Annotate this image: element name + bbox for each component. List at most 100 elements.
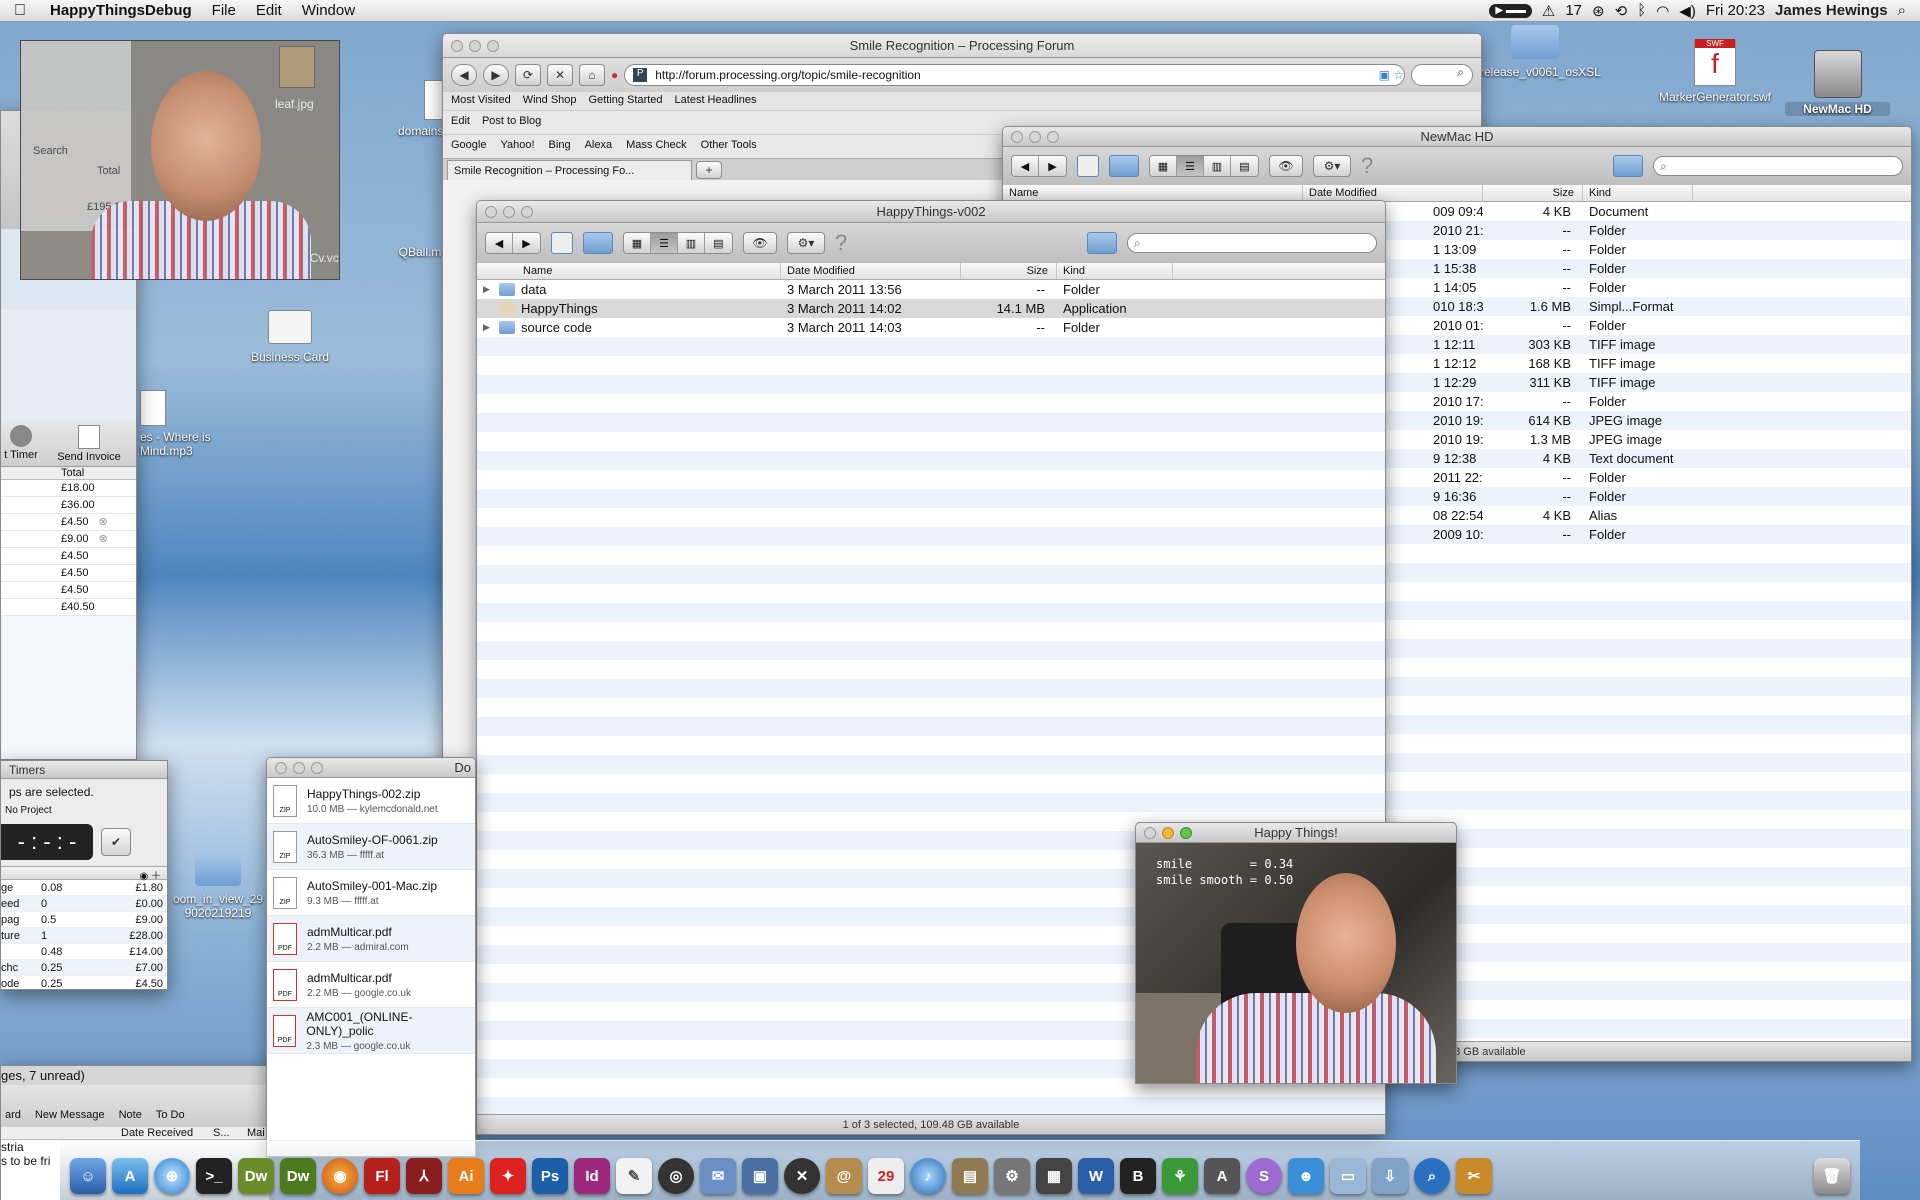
download-item[interactable]: ZIP AutoSmiley-OF-0061.zip 36.3 MB — fffff… xyxy=(267,824,475,870)
addon-icon[interactable]: ● xyxy=(611,68,618,82)
new-tab-button[interactable]: + xyxy=(696,160,722,179)
list-view-icon[interactable]: ☰ xyxy=(1177,156,1204,176)
column-view-icon[interactable]: ▥ xyxy=(1204,156,1231,176)
col-name[interactable]: Name xyxy=(1003,185,1303,201)
desktop-icon-newmac-hd[interactable]: NewMac HD xyxy=(1785,50,1890,116)
firefox-dock-icon[interactable]: ◉ xyxy=(322,1158,358,1194)
invoice-total-row[interactable]: £4.50 xyxy=(1,548,136,565)
close-button[interactable] xyxy=(275,761,287,774)
new-message-button[interactable]: New Message xyxy=(35,1109,105,1121)
volume-icon[interactable]: ◀) xyxy=(1679,2,1696,20)
back-button[interactable]: ◀ xyxy=(451,64,477,86)
col-size[interactable]: Size xyxy=(961,263,1057,279)
terminal-dock-icon[interactable]: >_ xyxy=(196,1158,232,1194)
zoom-button[interactable] xyxy=(521,205,533,218)
close-button[interactable] xyxy=(1144,826,1156,839)
clock[interactable]: Fri 20:23 xyxy=(1706,2,1765,19)
todo-button[interactable]: To Do xyxy=(156,1109,185,1121)
quicklook-button[interactable]: 👁 xyxy=(1269,155,1303,177)
close-button[interactable] xyxy=(451,39,463,52)
download-item[interactable]: ZIP HappyThings-002.zip 10.0 MB — kylemcdo… xyxy=(267,778,475,824)
instruments-dock-icon[interactable]: A xyxy=(1204,1158,1240,1194)
view-buttons[interactable]: ▦ ☰ ▥ ▤ xyxy=(1149,155,1259,177)
file-row[interactable]: HappyThings 3 March 2011 14:02 14.1 MB Appl… xyxy=(477,299,1385,318)
rss-icon[interactable]: ▣ ☆ xyxy=(1379,68,1404,82)
remove-item-icon[interactable]: ⊗ xyxy=(99,533,108,545)
dashboard-dock-icon[interactable]: ◎ xyxy=(658,1158,694,1194)
file-row[interactable]: ▶ source code 3 March 2011 14:03 -- Folder xyxy=(477,318,1385,337)
col-date[interactable]: Date Modified xyxy=(781,263,961,279)
col-kind[interactable]: Kind xyxy=(1057,263,1173,279)
menu-edit[interactable]: Edit xyxy=(246,2,292,19)
list-view-icon[interactable]: ☰ xyxy=(651,233,678,253)
folder-icon[interactable] xyxy=(1109,155,1139,177)
finder-dock-icon[interactable]: ☺ xyxy=(70,1158,106,1194)
flash-dock-icon[interactable]: Fl xyxy=(364,1158,400,1194)
word-dock-icon[interactable]: W xyxy=(1078,1158,1114,1194)
send-invoice-button[interactable]: Send Invoice xyxy=(49,425,129,466)
url-bar[interactable]: P http://forum.processing.org/topic/smil… xyxy=(624,64,1405,86)
mass-check[interactable]: Mass Check xyxy=(626,139,687,154)
search-engine-box[interactable]: ⌕ xyxy=(1411,64,1473,86)
illustrator-dock-icon[interactable]: Ai xyxy=(448,1158,484,1194)
skype-icon[interactable]: ⊛ xyxy=(1592,2,1605,20)
invoice-total-row[interactable]: £36.00 xyxy=(1,497,136,514)
network-dock-icon[interactable]: ⚘ xyxy=(1162,1158,1198,1194)
view-buttons[interactable]: ▦ ☰ ▥ ▤ xyxy=(623,232,733,254)
other-tools[interactable]: Other Tools xyxy=(701,139,757,154)
download-item[interactable]: PDF admMulticar.pdf 2.2 MB — google.co.uk xyxy=(267,962,475,1008)
zoom-button[interactable] xyxy=(1047,130,1059,143)
menu-window[interactable]: Window xyxy=(292,2,365,19)
acrobat-reader-dock-icon[interactable]: ✦ xyxy=(490,1158,526,1194)
timer-row[interactable]: 0.48 £14.00 xyxy=(1,944,167,960)
itunes-dock-icon[interactable]: ♪ xyxy=(910,1158,946,1194)
blog-edit-button[interactable]: Edit xyxy=(451,115,470,130)
remove-item-icon[interactable]: ⊗ xyxy=(99,516,108,528)
start-timer-button[interactable]: t Timer xyxy=(1,425,41,466)
textedit-dock-icon[interactable]: ✎ xyxy=(616,1158,652,1194)
app-store-dock-icon[interactable]: A xyxy=(112,1158,148,1194)
apple-menu-icon[interactable]:  xyxy=(0,2,40,20)
action-gear-button[interactable]: ⚙▾ xyxy=(787,232,825,254)
timer-row[interactable]: eed 0 £0.00 xyxy=(1,896,167,912)
skype-dock-icon[interactable]: S xyxy=(1246,1158,1282,1194)
timer-row[interactable]: ture 1 £28.00 xyxy=(1,928,167,944)
forward-icon[interactable]: ▶ xyxy=(513,233,540,253)
invoice-total-row[interactable]: £4.50 xyxy=(1,582,136,599)
app-menu[interactable]: HappyThingsDebug xyxy=(40,2,202,19)
search-dock-icon[interactable]: ⌕ xyxy=(1414,1158,1450,1194)
desktop-icon-marker-generator[interactable]: SWF f MarkerGenerator.swf xyxy=(1640,39,1790,104)
coverflow-icon[interactable]: ▤ xyxy=(1231,156,1258,176)
help-icon[interactable]: ? xyxy=(1361,153,1373,179)
disclosure-triangle-icon[interactable]: ▶ xyxy=(483,284,493,295)
invoice-total-row[interactable]: £4.50 ⊗ xyxy=(1,514,136,531)
forward-icon[interactable]: ▶ xyxy=(1039,156,1066,176)
col-name[interactable]: Name xyxy=(477,263,781,279)
download-item[interactable]: PDF admMulticar.pdf 2.2 MB — admiral.com xyxy=(267,916,475,962)
post-to-blog-button[interactable]: Post to Blog xyxy=(482,115,541,130)
quicklook-button[interactable]: 👁 xyxy=(743,232,777,254)
timer-row[interactable]: ode 0.25 £4.50 xyxy=(1,976,167,989)
spotlight-icon[interactable]: ⌕ xyxy=(1898,2,1906,19)
zoom-button[interactable] xyxy=(311,761,323,774)
timers-toolbar[interactable]: ◉ ＋ xyxy=(1,866,167,882)
adobe-updater-icon[interactable]: ⚠ xyxy=(1542,2,1555,20)
tools-dock-icon[interactable]: ✂ xyxy=(1456,1158,1492,1194)
invoice-total-row[interactable]: £40.50 xyxy=(1,599,136,616)
documents-dock-icon[interactable]: ▭ xyxy=(1330,1158,1366,1194)
wifi-icon[interactable]: ◠ xyxy=(1656,2,1669,20)
reload-button[interactable]: ⟳ xyxy=(515,64,541,86)
back-icon[interactable]: ◀ xyxy=(1012,156,1039,176)
invoice-total-row[interactable]: £9.00 ⊗ xyxy=(1,531,136,548)
invoice-total-row[interactable]: £18.00 xyxy=(1,480,136,497)
minimize-button[interactable] xyxy=(293,761,305,774)
disclosure-triangle-icon[interactable]: ▶ xyxy=(483,322,493,333)
minimize-button[interactable] xyxy=(469,39,481,52)
bookmark-latest-headlines[interactable]: Latest Headlines xyxy=(675,94,757,108)
zoom-button[interactable] xyxy=(487,39,499,52)
download-item[interactable]: ZIP AutoSmiley-001-Mac.zip 9.3 MB — fffff.… xyxy=(267,870,475,916)
user-menu[interactable]: James Hewings xyxy=(1775,2,1888,19)
search-input[interactable]: ⌕ xyxy=(1127,233,1377,253)
movie-icon[interactable] xyxy=(551,232,573,254)
minimize-button[interactable] xyxy=(503,205,515,218)
